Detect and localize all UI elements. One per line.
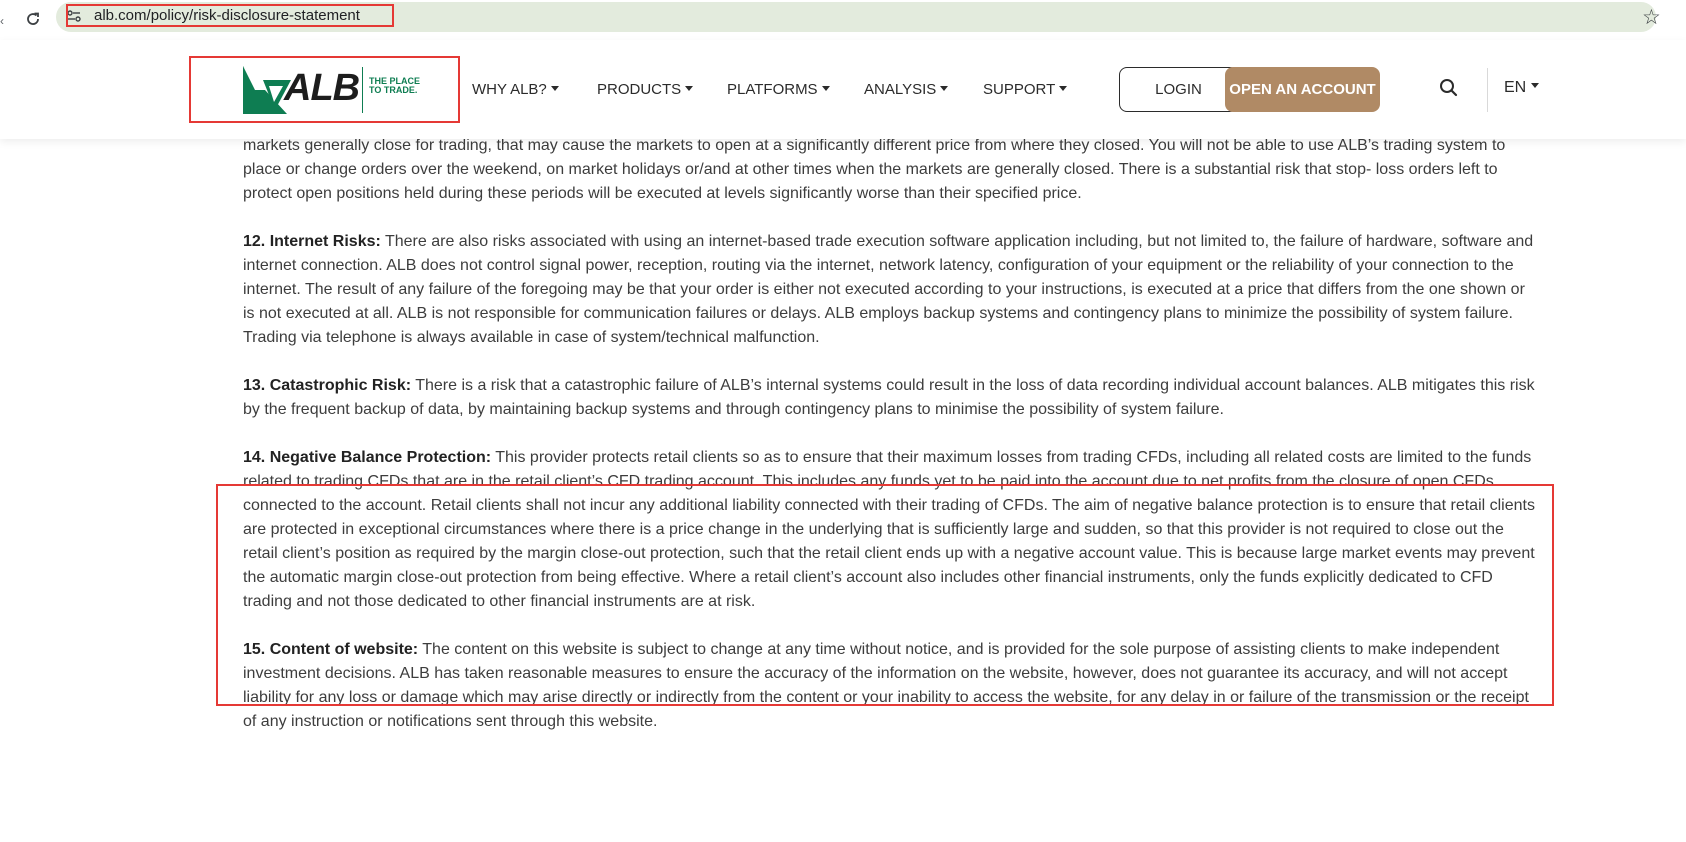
caret-down-icon [940, 85, 949, 91]
logo-tagline: THE PLACE TO TRADE. [369, 76, 421, 95]
caret-down-icon [1059, 85, 1068, 91]
caret-down-icon [685, 85, 694, 91]
section-heading: 14. Negative Balance Protection: [243, 449, 492, 466]
caret-down-icon [1531, 83, 1540, 89]
section-catastrophic-risk: 13. Catastrophic Risk: There is a risk t… [243, 374, 1537, 422]
url-text[interactable]: alb.com/policy/risk-disclosure-statement [94, 7, 360, 24]
browser-toolbar: ‹ alb.com/policy/risk-disclosure-stateme… [0, 0, 1686, 41]
section-heading: 12. Internet Risks: [243, 233, 381, 250]
section-internet-risks: 12. Internet Risks: There are also risks… [243, 230, 1537, 350]
language-selector[interactable]: EN [1504, 79, 1540, 97]
nav-label: SUPPORT [983, 81, 1056, 98]
section-heading: 13. Catastrophic Risk: [243, 377, 412, 394]
logo-text[interactable]: ALB [284, 67, 360, 110]
section-body: This provider protects retail clients so… [243, 449, 1535, 610]
section-content-of-website: 15. Content of website: The content on t… [243, 638, 1537, 734]
reload-icon[interactable] [22, 8, 44, 30]
nav-analysis[interactable]: ANALYSIS [864, 81, 949, 98]
caret-down-icon [821, 85, 830, 91]
nav-why-alb[interactable]: WHY ALB? [472, 81, 559, 98]
open-account-button[interactable]: OPEN AN ACCOUNT [1225, 67, 1380, 112]
header-divider [1487, 68, 1488, 112]
star-icon[interactable]: ☆ [1642, 5, 1661, 30]
search-icon[interactable] [1438, 77, 1460, 99]
policy-content: markets generally close for trading, tha… [243, 134, 1537, 734]
section-body: There is a risk that a catastrophic fail… [243, 377, 1535, 418]
site-header: ALB THE PLACE TO TRADE. WHY ALB? PRODUCT… [0, 40, 1686, 139]
back-icon[interactable]: ‹ [0, 14, 4, 28]
nav-platforms[interactable]: PLATFORMS [727, 81, 830, 98]
section-body: There are also risks associated with usi… [243, 233, 1534, 346]
intro-paragraph: markets generally close for trading, tha… [243, 137, 1506, 202]
section-heading: 15. Content of website: [243, 641, 419, 658]
section-negative-balance-protection: 14. Negative Balance Protection: This pr… [243, 446, 1537, 614]
logo-divider [362, 67, 363, 113]
caret-down-icon [550, 85, 559, 91]
nav-products[interactable]: PRODUCTS [597, 81, 694, 98]
login-button[interactable]: LOGIN [1119, 67, 1238, 112]
nav-label: WHY ALB? [472, 81, 547, 98]
language-label: EN [1504, 79, 1527, 96]
nav-label: ANALYSIS [864, 81, 937, 98]
section-body: The content on this website is subject t… [243, 641, 1529, 730]
nav-support[interactable]: SUPPORT [983, 81, 1068, 98]
nav-label: PLATFORMS [727, 81, 818, 98]
nav-label: PRODUCTS [597, 81, 682, 98]
